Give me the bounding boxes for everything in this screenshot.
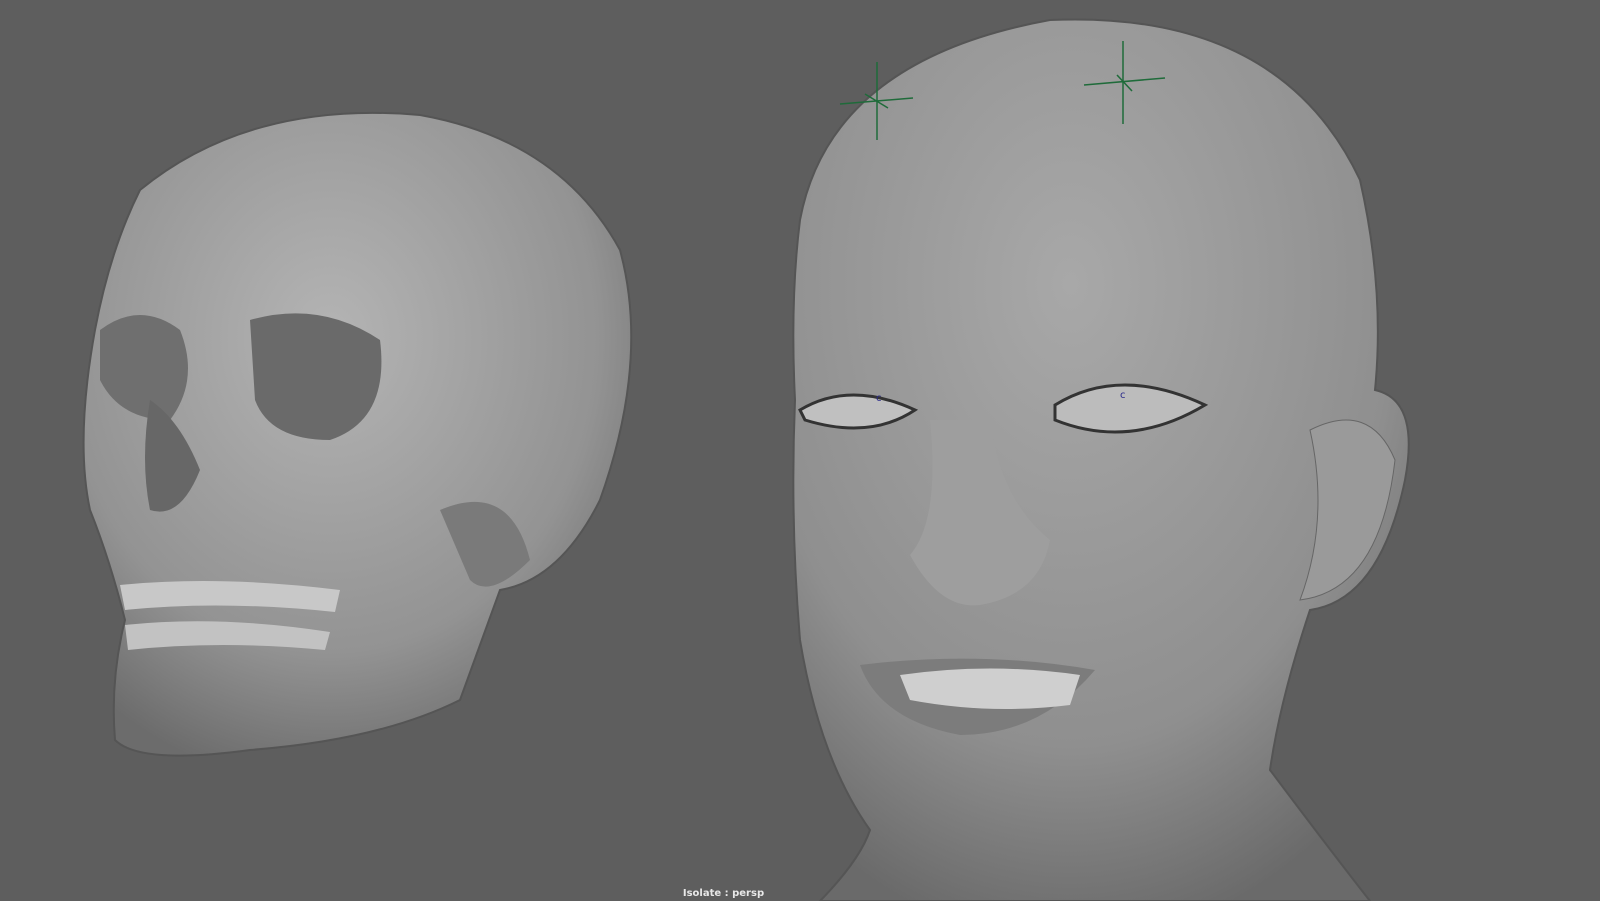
- skull-mesh[interactable]: [82, 111, 633, 757]
- isolate-hud-label: Isolate : persp: [682, 888, 765, 899]
- viewport-scene[interactable]: c c: [0, 0, 1600, 901]
- maya-viewport[interactable]: c c Isolate : persp: [0, 0, 1600, 901]
- eye-marker-right: c: [1120, 390, 1126, 401]
- eye-marker-left: c: [876, 393, 882, 404]
- head-mesh[interactable]: c c: [792, 18, 1410, 901]
